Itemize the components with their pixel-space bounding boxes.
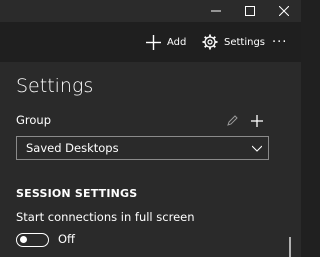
- settings-label: Settings: [224, 36, 266, 48]
- group-label: Group: [16, 113, 52, 127]
- page-title: Settings: [16, 75, 94, 97]
- gear-icon: [202, 34, 218, 50]
- settings-panel: Settings Group Saved Desktops SESSION SE…: [0, 62, 301, 257]
- maximize-button[interactable]: [233, 0, 267, 22]
- minimize-button[interactable]: [199, 0, 233, 22]
- maximize-icon: [245, 6, 255, 16]
- title-bar: [0, 0, 301, 22]
- scrollbar[interactable]: [289, 237, 291, 257]
- more-button[interactable]: ···: [272, 22, 287, 62]
- toggle-knob: [20, 236, 27, 244]
- add-button[interactable]: Add: [146, 22, 186, 62]
- add-label: Add: [167, 36, 187, 48]
- group-select[interactable]: Saved Desktops: [16, 136, 269, 160]
- app-window: Add Settings ··· Settings Group Saved De…: [0, 0, 301, 257]
- add-group-icon[interactable]: [251, 115, 263, 127]
- more-icon: ···: [272, 34, 288, 50]
- command-bar: Add Settings ···: [0, 22, 301, 62]
- settings-button[interactable]: Settings: [202, 22, 265, 62]
- pencil-icon[interactable]: [226, 115, 238, 127]
- group-select-value: Saved Desktops: [26, 141, 119, 155]
- minimize-icon: [211, 10, 221, 12]
- section-heading: SESSION SETTINGS: [16, 187, 138, 200]
- fullscreen-toggle-state: Off: [58, 232, 75, 246]
- close-icon: [279, 6, 289, 16]
- fullscreen-label: Start connections in full screen: [16, 210, 195, 224]
- close-button[interactable]: [267, 0, 301, 22]
- chevron-down-icon: [252, 145, 262, 152]
- fullscreen-toggle[interactable]: [16, 233, 49, 247]
- plus-icon: [146, 34, 161, 50]
